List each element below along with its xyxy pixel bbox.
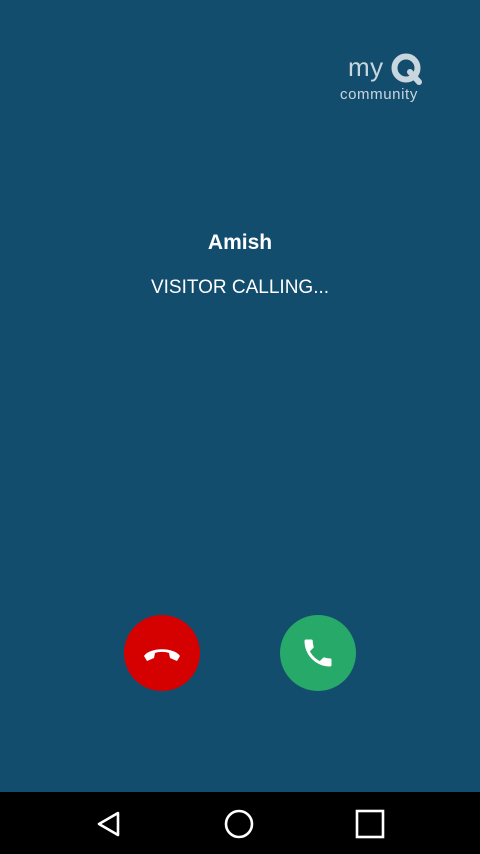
nav-back-button[interactable] xyxy=(87,802,131,846)
phone-icon xyxy=(304,639,332,667)
nav-home-button[interactable] xyxy=(217,802,261,846)
back-triangle-icon xyxy=(97,811,120,837)
nav-recent-apps-button[interactable] xyxy=(348,802,392,846)
logo-my-text: my xyxy=(348,52,384,82)
call-end-icon xyxy=(144,649,180,661)
incoming-call-screen: my community Amish VISITOR CALLING... xyxy=(0,0,480,792)
accept-call-button[interactable] xyxy=(280,615,356,691)
decline-call-button[interactable] xyxy=(124,615,200,691)
caller-name: Amish xyxy=(207,231,273,254)
call-status: VISITOR CALLING... xyxy=(150,277,330,298)
logo-community-text: community xyxy=(340,86,418,103)
system-navigation-bar xyxy=(0,792,480,854)
logo-q-mark xyxy=(391,53,422,85)
recent-apps-square-icon xyxy=(355,809,385,839)
myq-community-logo: my community xyxy=(340,50,432,108)
home-circle-icon xyxy=(224,809,254,839)
